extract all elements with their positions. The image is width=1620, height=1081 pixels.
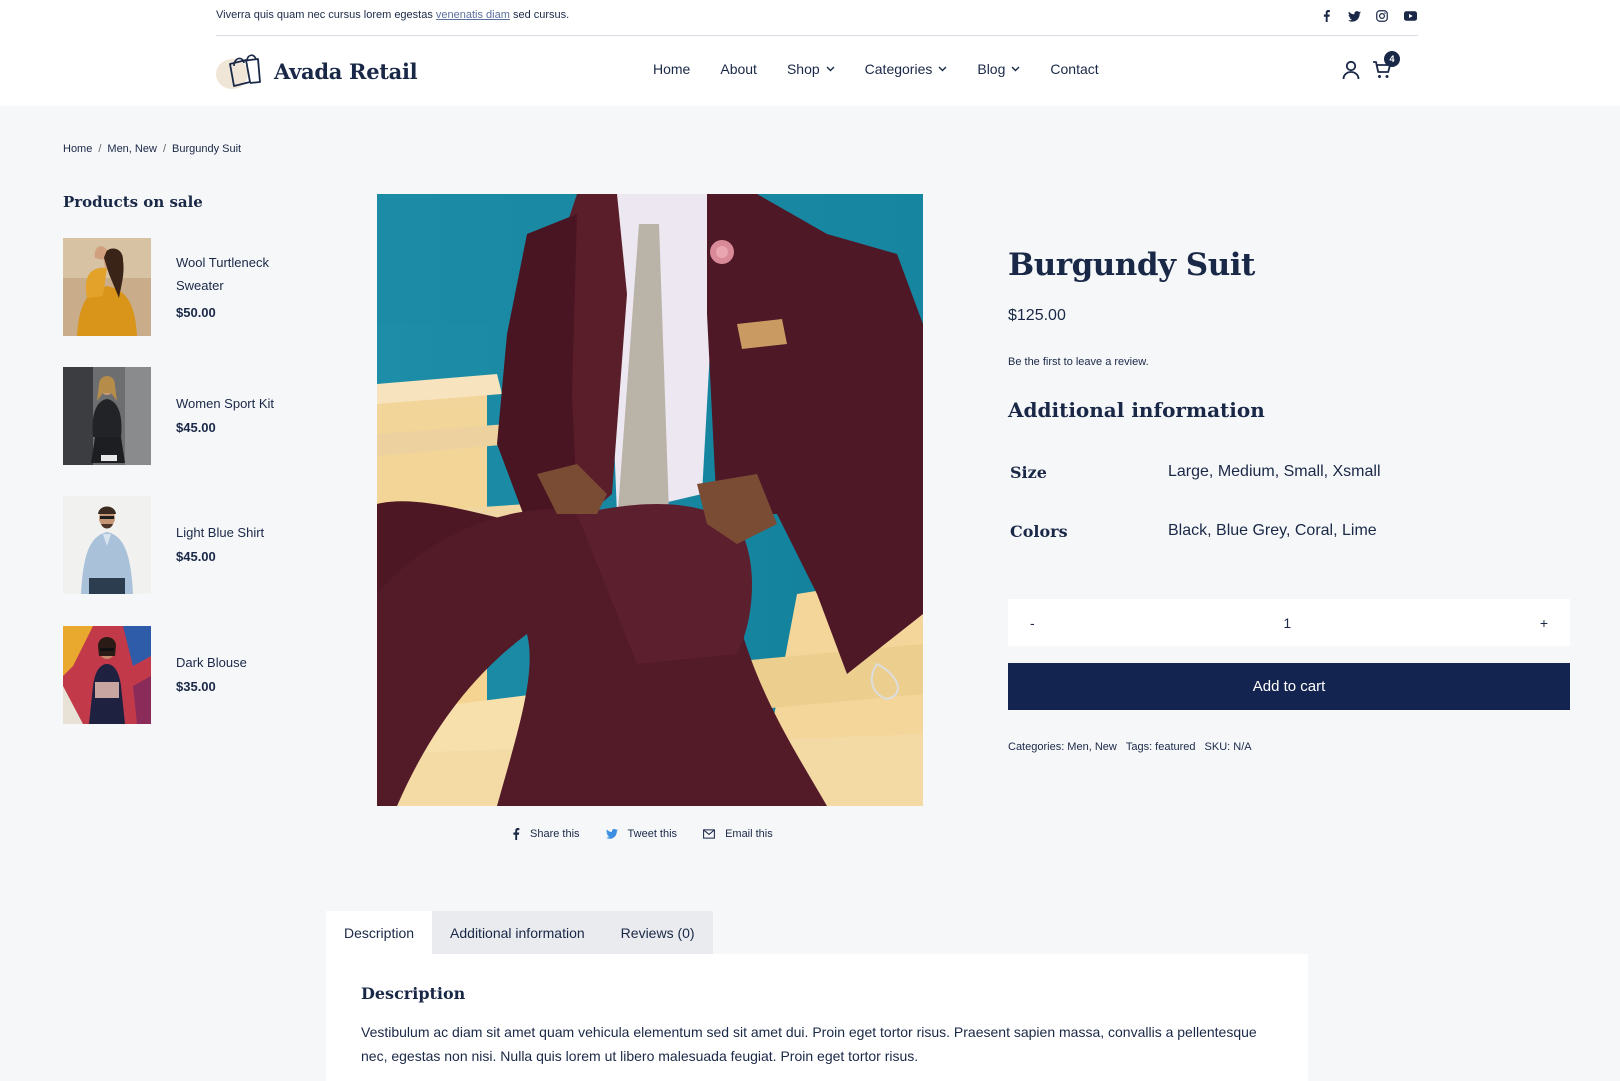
- breadcrumb-home[interactable]: Home: [63, 143, 92, 155]
- tab-panel-description: Description Vestibulum ac diam sit amet …: [326, 954, 1308, 1081]
- logo-text: Avada Retail: [274, 58, 418, 84]
- cart-button[interactable]: 4: [1372, 51, 1400, 80]
- product-thumbnail[interactable]: [63, 626, 151, 724]
- sale-product-item[interactable]: Dark Blouse $35.00: [63, 626, 303, 724]
- tab-description[interactable]: Description: [326, 911, 433, 954]
- sale-product-price: $45.00: [176, 420, 216, 435]
- nav-contact-label: Contact: [1050, 61, 1099, 77]
- cart-count-badge: 4: [1384, 51, 1400, 67]
- twitter-icon[interactable]: [1346, 8, 1362, 24]
- chevron-down-icon: [1011, 66, 1020, 72]
- shopping-bags-icon: [216, 54, 261, 89]
- youtube-icon[interactable]: [1402, 8, 1418, 24]
- sale-product-price: $45.00: [176, 549, 216, 564]
- product-tags[interactable]: Tags: featured: [1126, 741, 1196, 753]
- attribute-value-colors: Black, Blue Grey, Coral, Lime: [1168, 522, 1377, 539]
- product-meta: Categories: Men, New Tags: featured SKU:…: [1008, 741, 1252, 753]
- nav-contact[interactable]: Contact: [1050, 61, 1098, 77]
- instagram-icon[interactable]: [1374, 8, 1390, 24]
- product-price: $125.00: [1008, 307, 1066, 324]
- chevron-down-icon: [826, 66, 835, 72]
- share-bar: Share this Tweet this Email this: [512, 828, 773, 840]
- product-sku: SKU: N/A: [1204, 741, 1252, 753]
- quantity-decrease-button[interactable]: -: [1030, 615, 1035, 631]
- top-bar-text-start: Viverra quis quam nec cursus lorem egest…: [216, 9, 433, 21]
- sale-product-price: $35.00: [176, 679, 216, 694]
- share-twitter[interactable]: Tweet this: [605, 828, 678, 840]
- site-header: Viverra quis quam nec cursus lorem egest…: [0, 0, 1620, 106]
- attribute-label-colors: Colors: [1010, 522, 1068, 541]
- sale-product-item[interactable]: Women Sport Kit $45.00: [63, 367, 303, 465]
- nav-blog-label: Blog: [977, 61, 1006, 77]
- share-email-label: Email this: [725, 828, 773, 840]
- attribute-value-size: Large, Medium, Small, Xsmall: [1168, 463, 1381, 480]
- additional-info-heading: Additional information: [1008, 398, 1265, 422]
- description-heading: Description: [361, 984, 466, 1003]
- main-nav: Home About Shop Categories Blog Contact: [653, 61, 1099, 77]
- social-links: [1318, 8, 1418, 24]
- sale-product-name[interactable]: Light Blue Shirt: [176, 521, 296, 544]
- quantity-input[interactable]: 1: [1283, 615, 1291, 631]
- share-facebook-label: Share this: [530, 828, 580, 840]
- top-bar-text: Viverra quis quam nec cursus lorem egest…: [216, 9, 569, 21]
- breadcrumb-category[interactable]: Men, New: [107, 143, 157, 155]
- product-categories[interactable]: Categories: Men, New: [1008, 741, 1117, 753]
- review-link[interactable]: Be the first to leave a review.: [1008, 356, 1149, 368]
- description-text: Vestibulum ac diam sit amet quam vehicul…: [361, 1024, 1257, 1064]
- top-bar: Viverra quis quam nec cursus lorem egest…: [216, 0, 1418, 36]
- nav-home[interactable]: Home: [653, 61, 690, 77]
- product-thumbnail[interactable]: [63, 496, 151, 594]
- twitter-icon: [605, 829, 618, 839]
- top-bar-text-end: sed cursus.: [512, 9, 570, 21]
- header-icons: 4: [1342, 51, 1400, 80]
- top-bar-link[interactable]: venenatis diam: [436, 9, 510, 21]
- nav-about[interactable]: About: [720, 61, 757, 77]
- product-main-image[interactable]: [377, 194, 923, 806]
- attribute-label-size: Size: [1010, 463, 1047, 482]
- sale-product-name[interactable]: Women Sport Kit: [176, 392, 296, 415]
- nav-about-label: About: [720, 61, 757, 77]
- email-icon: [703, 829, 715, 839]
- chevron-down-icon: [938, 66, 947, 72]
- quantity-stepper: - 1 +: [1008, 599, 1570, 646]
- product-thumbnail[interactable]: [63, 367, 151, 465]
- user-icon[interactable]: [1342, 60, 1360, 80]
- share-facebook[interactable]: Share this: [512, 828, 580, 840]
- product-title: Burgundy Suit: [1008, 247, 1255, 283]
- sale-product-price: $50.00: [176, 305, 216, 320]
- nav-categories[interactable]: Categories: [865, 61, 948, 77]
- sale-product-item[interactable]: Light Blue Shirt $45.00: [63, 496, 303, 594]
- nav-categories-label: Categories: [864, 61, 933, 77]
- product-thumbnail[interactable]: [63, 238, 151, 336]
- nav-shop[interactable]: Shop: [787, 61, 835, 77]
- add-to-cart-button[interactable]: Add to cart: [1008, 663, 1570, 710]
- site-logo[interactable]: Avada Retail: [216, 52, 418, 90]
- nav-blog[interactable]: Blog: [977, 61, 1020, 77]
- breadcrumb-separator: /: [98, 143, 102, 155]
- share-email[interactable]: Email this: [703, 828, 773, 840]
- tab-additional-information[interactable]: Additional information: [432, 911, 603, 954]
- sidebar-title: Products on sale: [63, 193, 203, 211]
- tab-reviews[interactable]: Reviews (0): [603, 911, 713, 954]
- sale-product-item[interactable]: Wool Turtleneck Sweater $50.00: [63, 238, 303, 336]
- breadcrumb: Home / Men, New / Burgundy Suit: [63, 143, 241, 155]
- share-twitter-label: Tweet this: [627, 828, 678, 840]
- sale-product-name[interactable]: Wool Turtleneck Sweater: [176, 251, 296, 297]
- product-tabs: Description Additional information Revie…: [326, 911, 713, 954]
- facebook-icon[interactable]: [1318, 8, 1334, 24]
- breadcrumb-separator: /: [162, 143, 166, 155]
- quantity-increase-button[interactable]: +: [1540, 615, 1548, 631]
- breadcrumb-current: Burgundy Suit: [172, 143, 242, 155]
- nav-shop-label: Shop: [786, 61, 820, 77]
- nav-home-label: Home: [653, 61, 691, 77]
- facebook-icon: [513, 828, 520, 840]
- sale-product-name[interactable]: Dark Blouse: [176, 651, 296, 674]
